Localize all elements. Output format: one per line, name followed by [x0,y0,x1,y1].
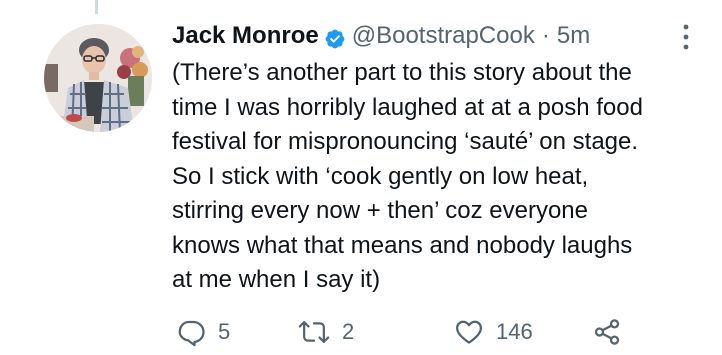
tweet-text-line: knows what that means and nobody laughs [172,231,633,259]
tweet-text-line: time I was horribly laughed at at a posh… [172,93,643,121]
tweet-text: (There’s another part to this story abou… [172,56,712,298]
author-name[interactable]: Jack Monroe [172,18,319,54]
retweet-count: 2 [342,319,355,344]
like-button[interactable]: 146 [454,312,533,352]
tweet-actions-bar: 5 2 146 [172,312,692,352]
tweet-header: Jack Monroe @BootstrapCook · 5m [172,18,590,54]
share-button[interactable] [592,312,622,352]
like-count: 146 [496,319,533,344]
thread-connector-line [95,0,98,14]
heart-icon [456,320,482,344]
retweet-button[interactable]: 2 [298,312,354,352]
tweet-text-line: stirring every now + then’ coz everyone [172,197,588,224]
reply-button[interactable]: 5 [176,312,230,352]
tweet-text-line: (There’s another part to this story abou… [172,59,632,86]
author-handle[interactable]: @BootstrapCook [352,18,535,54]
retweet-icon [298,321,330,343]
verified-badge-icon [324,25,346,49]
reply-count: 5 [218,319,231,344]
tweet-text-line: at me when I say it) [172,266,381,293]
tweet-timestamp[interactable]: 5m [557,18,590,54]
share-icon [594,319,620,345]
tweet-text-line: festival for mispronouncing ‘sauté’ on s… [172,128,639,155]
header-separator: · [541,22,550,49]
tweet-text-line: So I stick with ‘cook gently on low heat… [172,162,589,190]
avatar-photo [44,24,152,132]
reply-icon [178,320,205,347]
more-options-icon[interactable] [681,22,691,52]
avatar[interactable] [44,24,152,132]
